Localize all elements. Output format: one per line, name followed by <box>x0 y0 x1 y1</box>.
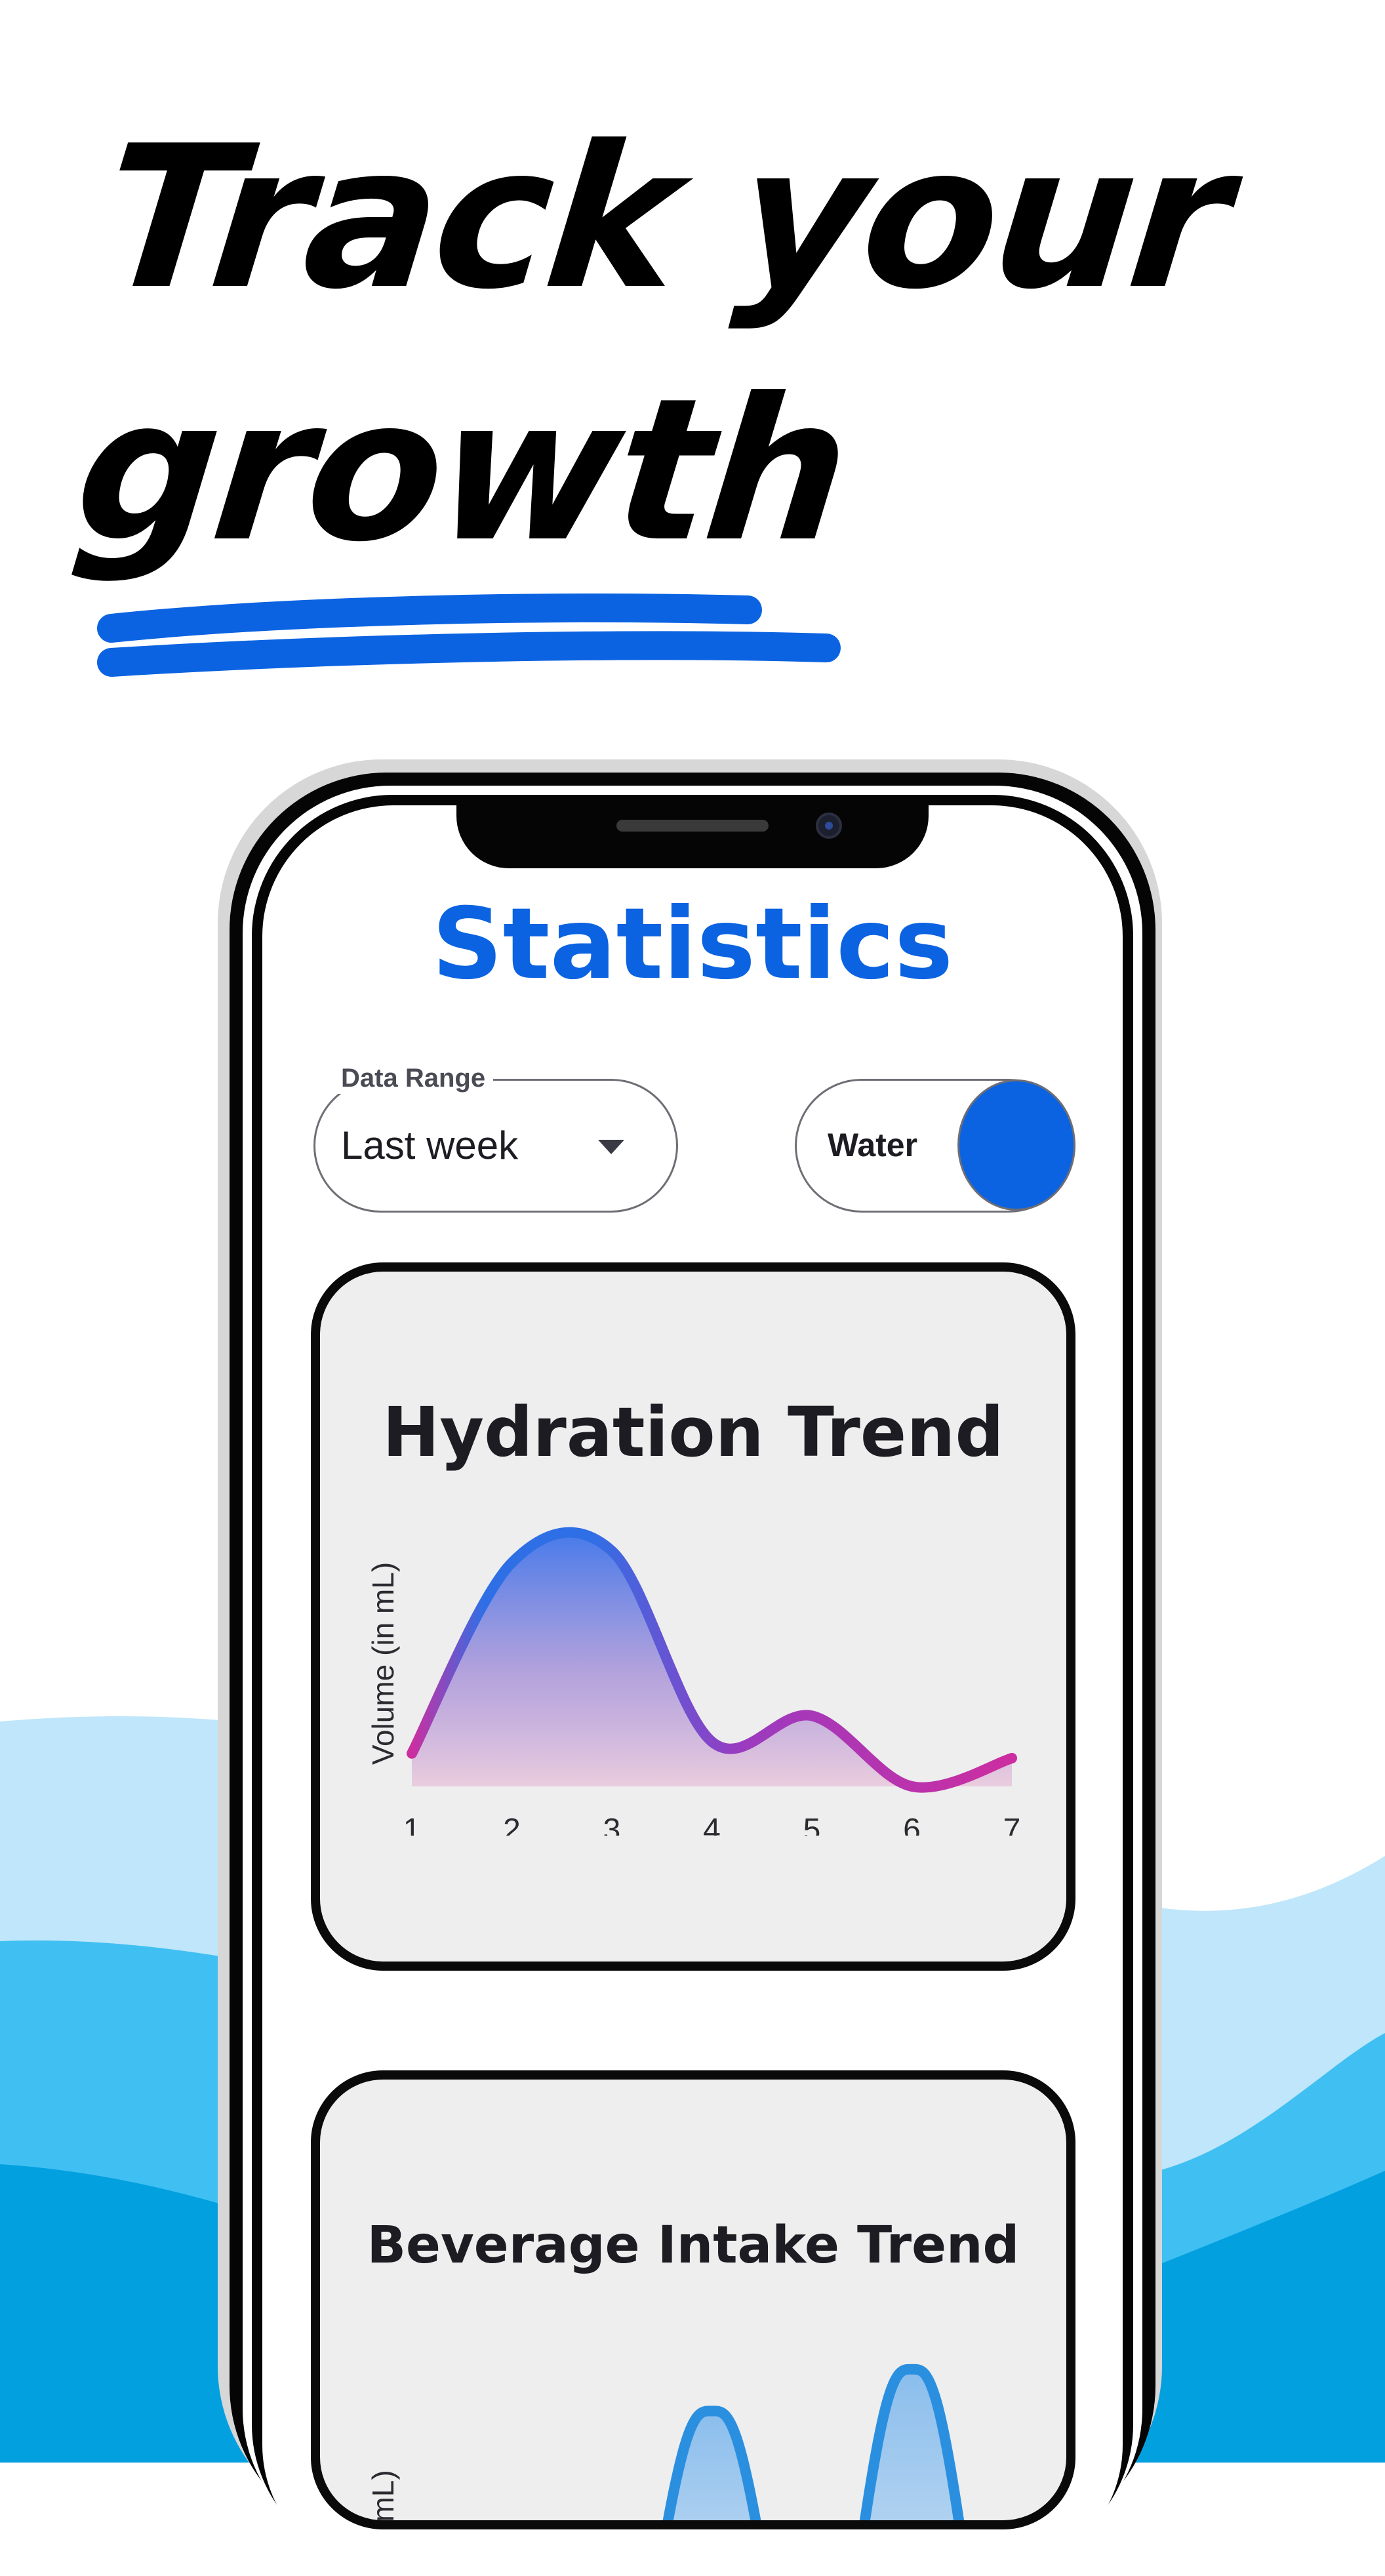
water-toggle-label: Water <box>828 1127 918 1163</box>
speaker-grille <box>616 820 769 832</box>
beverage-intake-chart: Volume (in mL) <box>366 2364 965 2529</box>
y-axis-label: Volume (in mL) <box>366 1562 400 1765</box>
x-tick-label: 7 <box>1003 1813 1021 1836</box>
hydration-trend-title: Hydration Trend <box>382 1392 1004 1472</box>
data-range-label: Data Range <box>333 1062 494 1094</box>
x-tick-label: 5 <box>803 1813 821 1836</box>
dropdown-arrow-icon[interactable] <box>598 1140 624 1154</box>
phone-notch <box>456 800 929 868</box>
x-tick-label: 3 <box>603 1813 621 1836</box>
hydration-trend-chart: 1 2 3 4 5 6 7 Volume (in mL) <box>366 1527 1021 1836</box>
y-axis-label: Volume (in mL) <box>366 2470 400 2529</box>
hero-headline: Track your growth <box>66 92 1238 597</box>
beverage-intake-card: Beverage Intake Trend Volume (in mL) <box>311 2070 1075 2529</box>
x-tick-label: 6 <box>903 1813 921 1836</box>
page-title: Statistics <box>432 887 953 1001</box>
toggle-knob[interactable] <box>957 1079 1075 1211</box>
hero-line-2: growth <box>66 356 856 585</box>
beverage-intake-title: Beverage Intake Trend <box>367 2216 1020 2275</box>
hydration-trend-card: Hydration Trend 1 2 3 4 5 6 7 Volume (in mL) <box>311 1262 1075 1971</box>
x-tick-label: 4 <box>703 1813 721 1836</box>
x-tick-label: 2 <box>503 1813 521 1836</box>
x-tick-label: 1 <box>403 1813 421 1836</box>
data-range-value[interactable]: Last week <box>341 1123 518 1169</box>
front-camera-icon <box>816 813 842 839</box>
hero-line-1: Track your <box>92 104 1237 332</box>
headline-underline <box>97 594 841 677</box>
